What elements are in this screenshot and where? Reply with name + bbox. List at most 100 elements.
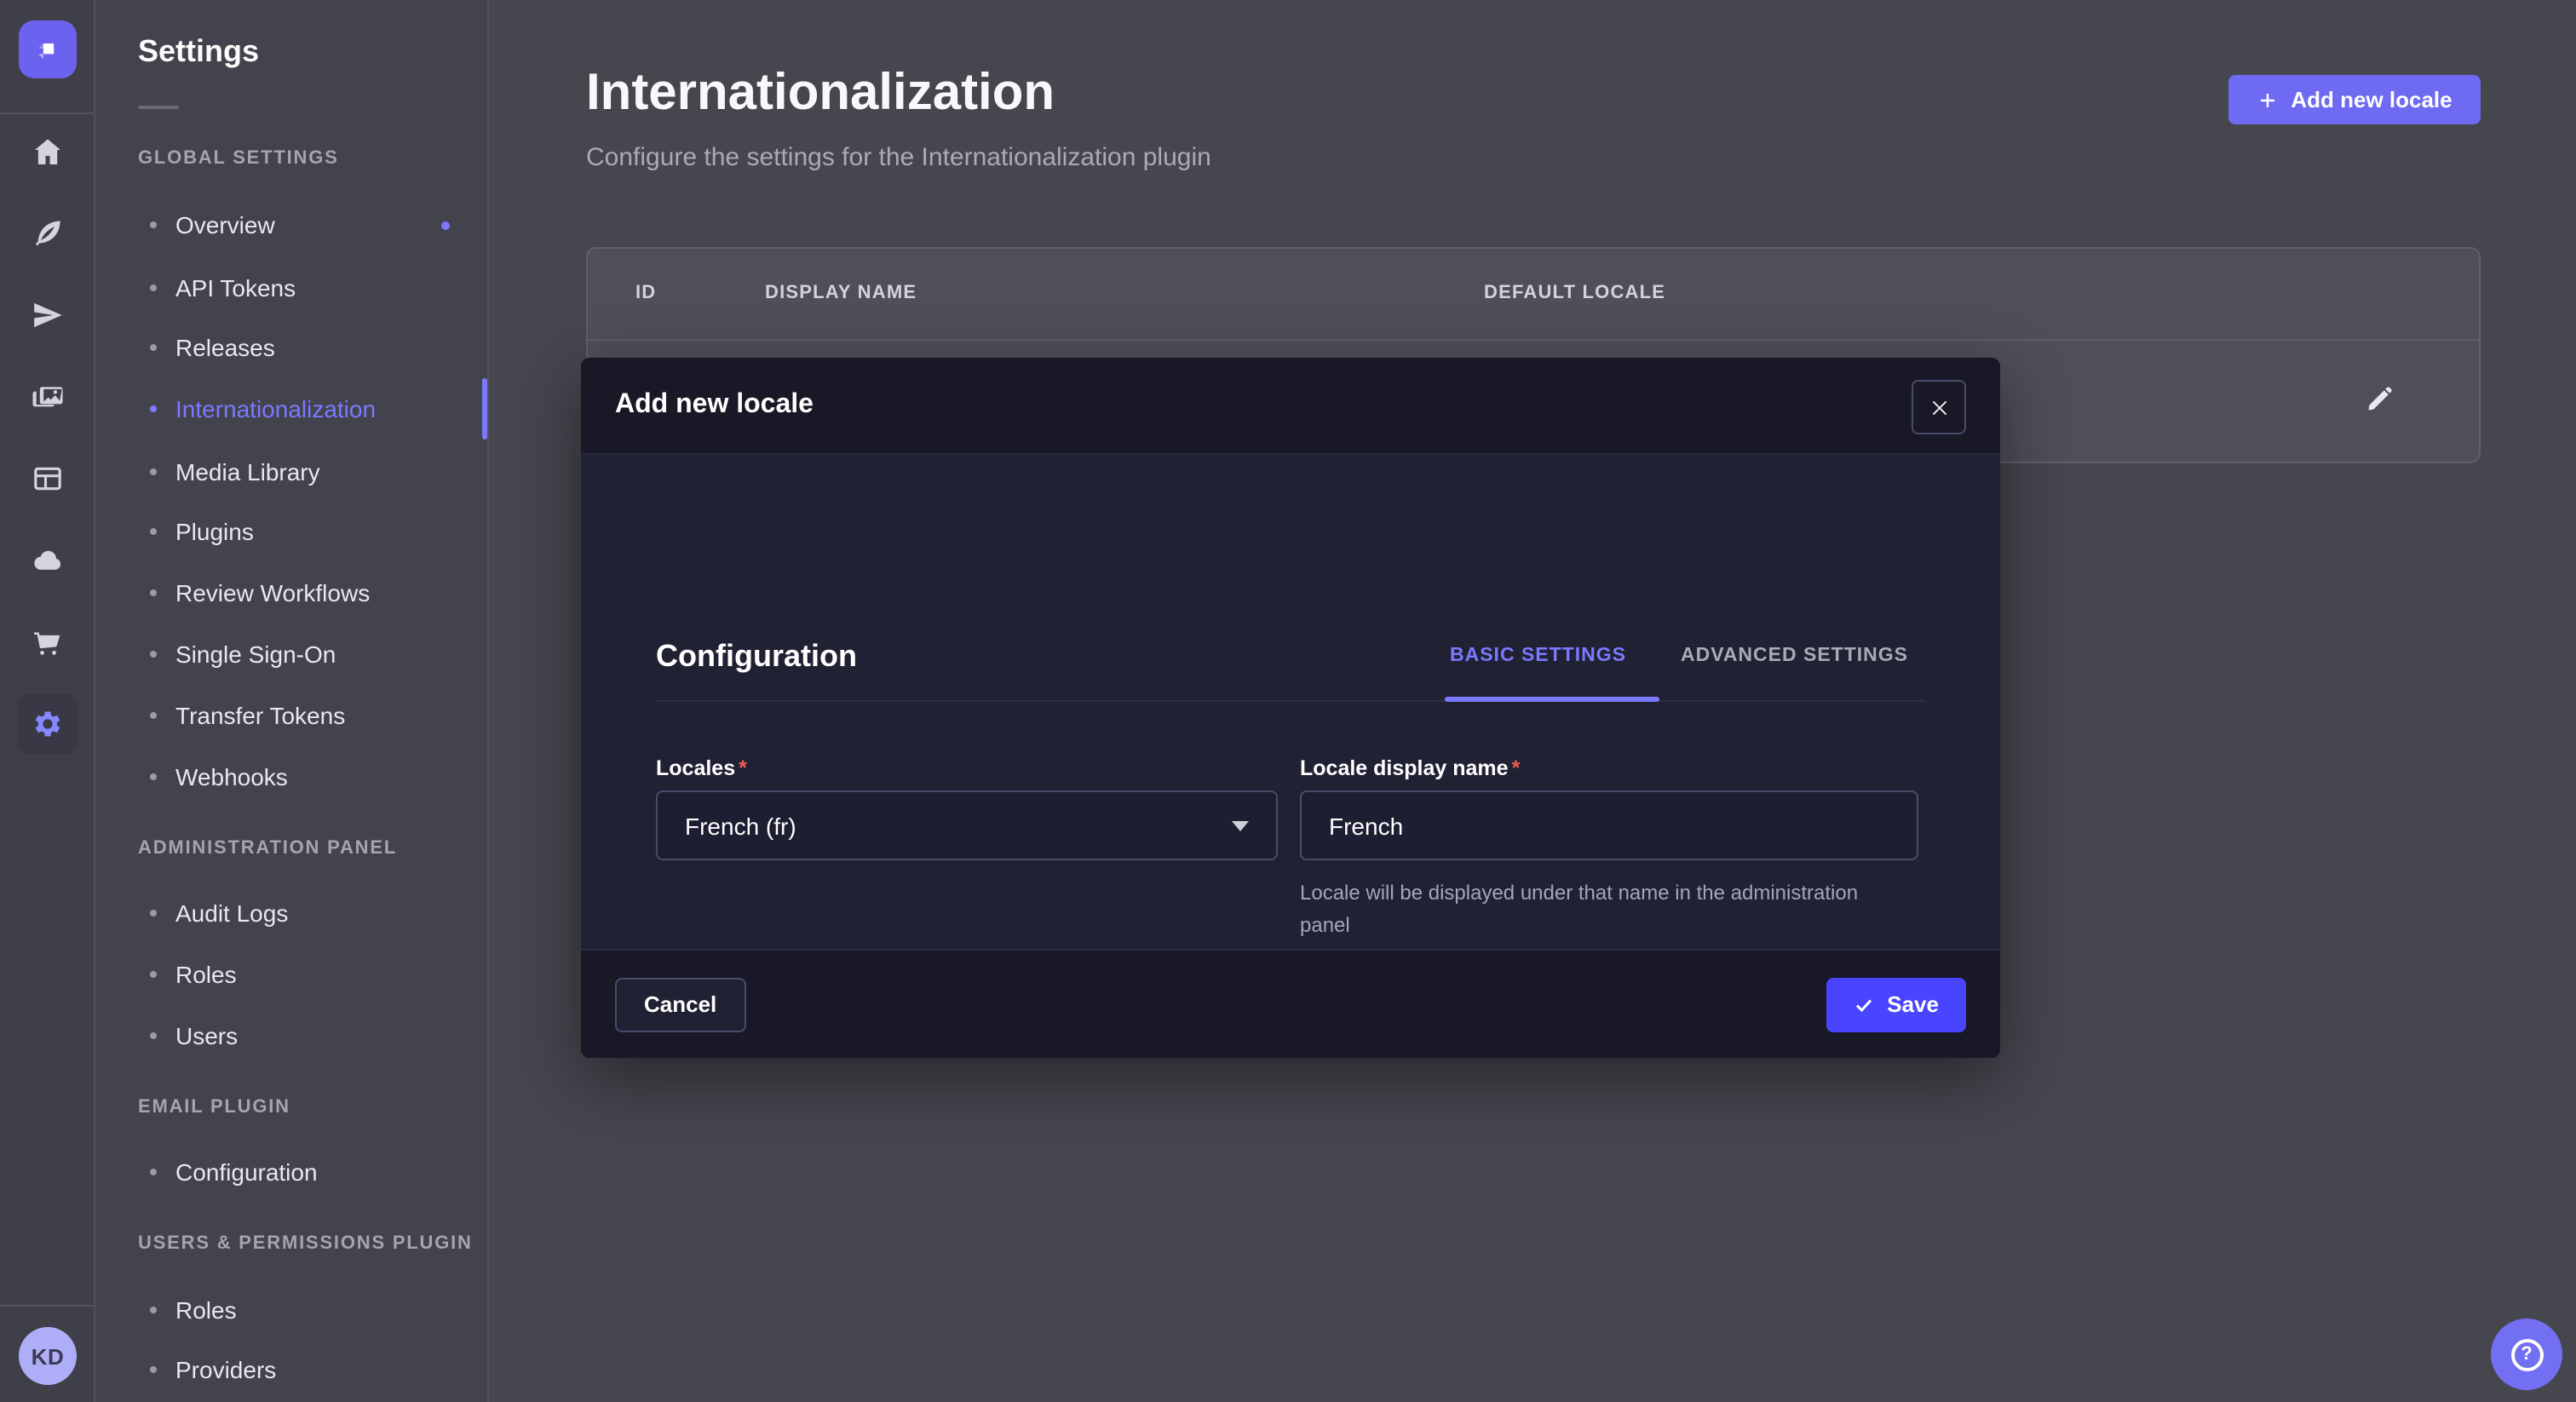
display-name-label-text: Locale display name — [1300, 756, 1509, 780]
locales-field-label: Locales* — [656, 756, 747, 780]
sidebar-item-label: Overview — [175, 211, 275, 238]
active-tab-underline — [1445, 697, 1659, 702]
active-item-indicator — [482, 378, 487, 440]
plus-icon — [2257, 89, 2277, 110]
section-header-administration-panel: ADMINISTRATION PANEL — [138, 831, 397, 865]
sidebar-item-email-configuration[interactable]: Configuration — [150, 1141, 474, 1203]
sidebar-item-label: Providers — [175, 1356, 276, 1383]
sidebar-item-media-library[interactable]: Media Library — [150, 441, 474, 503]
sidebar-item-label: Review Workflows — [175, 579, 370, 606]
sidebar-item-label: Roles — [175, 961, 237, 988]
bullet-icon — [150, 1169, 157, 1175]
question-mark-icon: ? — [2510, 1338, 2543, 1370]
page-subtitle: Configure the settings for the Internati… — [586, 143, 1211, 172]
close-button[interactable] — [1912, 380, 1966, 434]
chevron-down-icon — [1232, 820, 1249, 830]
tab-basic-settings[interactable]: BASIC SETTINGS — [1450, 646, 1626, 666]
sidebar-item-audit-logs[interactable]: Audit Logs — [150, 882, 474, 944]
column-header-id: ID — [635, 283, 656, 303]
sidebar-item-label: Releases — [175, 334, 275, 361]
column-header-default-locale: DEFAULT LOCALE — [1484, 283, 1665, 303]
sidebar-item-label: Plugins — [175, 518, 254, 545]
modal-header: Add new locale — [581, 358, 2000, 455]
section-header-global-settings: GLOBAL SETTINGS — [138, 141, 339, 175]
configuration-heading: Configuration — [656, 639, 857, 675]
tabs-divider — [656, 700, 1925, 702]
sidebar-item-single-sign-on[interactable]: Single Sign-On — [150, 623, 474, 685]
sidebar-item-overview[interactable]: Overview — [150, 194, 474, 256]
sidebar-item-label: Users — [175, 1022, 238, 1049]
bullet-icon — [150, 773, 157, 780]
add-new-locale-label: Add new locale — [2291, 87, 2452, 112]
settings-gear-icon[interactable] — [17, 693, 78, 755]
sidebar-item-label: Audit Logs — [175, 899, 288, 927]
bullet-icon — [150, 1032, 157, 1039]
locales-select-value: French (fr) — [685, 812, 796, 839]
sidebar-item-up-roles[interactable]: Roles — [150, 1279, 474, 1341]
locales-select[interactable]: French (fr) — [656, 790, 1278, 860]
bullet-icon — [150, 468, 157, 475]
cancel-button[interactable]: Cancel — [615, 977, 745, 1031]
bullet-icon — [150, 910, 157, 916]
main-nav-sidebar: KD — [0, 0, 95, 1402]
check-icon — [1853, 994, 1873, 1014]
media-library-icon[interactable] — [17, 366, 78, 428]
cloud-icon[interactable] — [17, 530, 78, 591]
sidebar-item-releases[interactable]: Releases — [150, 317, 474, 378]
modal-body: Configuration BASIC SETTINGS ADVANCED SE… — [581, 455, 2000, 949]
close-icon — [1928, 396, 1950, 418]
edit-locale-button[interactable] — [2356, 375, 2404, 422]
modal-footer: Cancel Save — [581, 949, 2000, 1058]
save-button[interactable]: Save — [1826, 977, 1966, 1031]
sidebar-item-api-tokens[interactable]: API Tokens — [150, 257, 474, 319]
sidebar-item-plugins[interactable]: Plugins — [150, 501, 474, 562]
bullet-icon — [150, 971, 157, 978]
bullet-icon — [150, 528, 157, 535]
bullet-icon — [150, 651, 157, 658]
add-new-locale-button[interactable]: Add new locale — [2228, 75, 2481, 124]
sidebar-item-admin-roles[interactable]: Roles — [150, 944, 474, 1005]
sidebar-item-label: Transfer Tokens — [175, 702, 345, 729]
column-header-display-name: DISPLAY NAME — [765, 283, 917, 303]
strapi-logo-icon[interactable] — [19, 20, 77, 78]
display-name-input[interactable] — [1300, 790, 1918, 860]
user-avatar[interactable]: KD — [19, 1327, 77, 1385]
cart-icon[interactable] — [17, 612, 78, 673]
app-screen: KD Settings GLOBAL SETTINGS Overview API… — [0, 0, 2576, 1402]
feather-icon[interactable] — [17, 203, 78, 264]
help-button[interactable]: ? — [2491, 1319, 2562, 1390]
bullet-icon — [150, 284, 157, 291]
settings-sidebar: Settings GLOBAL SETTINGS Overview API To… — [95, 0, 489, 1402]
bullet-icon — [150, 1366, 157, 1373]
bullet-icon — [150, 405, 157, 412]
title-underline — [138, 106, 179, 109]
page-title: Internationalization — [586, 65, 1055, 123]
required-asterisk: * — [1512, 756, 1521, 780]
display-name-hint: Locale will be displayed under that name… — [1300, 877, 1900, 940]
tab-advanced-settings[interactable]: ADVANCED SETTINGS — [1681, 646, 1908, 666]
table-header-divider — [588, 339, 2479, 341]
add-locale-modal: Add new locale Configuration BASIC SETTI… — [581, 358, 2000, 1058]
layout-icon[interactable] — [17, 448, 78, 509]
main-nav-icons — [0, 121, 95, 755]
bullet-icon — [150, 221, 157, 228]
locales-label-text: Locales — [656, 756, 735, 780]
section-header-users-permissions-plugin: USERS & PERMISSIONS PLUGIN — [138, 1227, 473, 1261]
section-header-email-plugin: EMAIL PLUGIN — [138, 1090, 290, 1124]
sidebar-item-internationalization[interactable]: Internationalization — [150, 378, 474, 440]
sidebar-item-label: API Tokens — [175, 274, 296, 302]
sidebar-item-providers[interactable]: Providers — [150, 1339, 474, 1400]
sidebar-item-webhooks[interactable]: Webhooks — [150, 746, 474, 807]
home-icon[interactable] — [17, 121, 78, 182]
divider — [0, 1305, 95, 1307]
sidebar-item-users[interactable]: Users — [150, 1005, 474, 1066]
sidebar-item-transfer-tokens[interactable]: Transfer Tokens — [150, 685, 474, 746]
sidebar-item-review-workflows[interactable]: Review Workflows — [150, 562, 474, 623]
sidebar-item-label: Webhooks — [175, 763, 288, 790]
bullet-icon — [150, 589, 157, 596]
pencil-icon — [2365, 383, 2395, 414]
paper-plane-icon[interactable] — [17, 284, 78, 346]
save-label: Save — [1887, 991, 1939, 1017]
sidebar-item-label: Roles — [175, 1296, 237, 1324]
sidebar-item-label: Internationalization — [175, 395, 376, 422]
